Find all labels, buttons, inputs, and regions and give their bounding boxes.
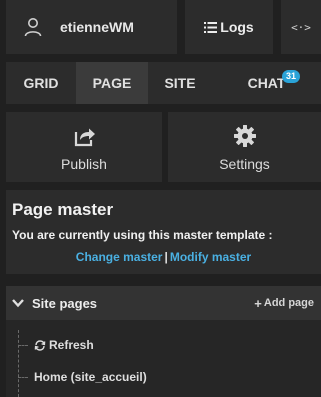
tab-grid[interactable]: GRID — [6, 62, 76, 104]
page-master-panel: Page master You are currently using this… — [6, 190, 321, 274]
tab-page[interactable]: PAGE — [76, 62, 148, 104]
tree-connector — [18, 376, 28, 378]
share-icon — [74, 128, 95, 147]
logs-button[interactable]: Logs — [185, 0, 273, 54]
user-icon — [24, 18, 42, 37]
refresh-icon — [34, 339, 46, 351]
add-page-label: Add page — [263, 297, 314, 309]
add-page-button[interactable]: + Add page — [254, 296, 314, 311]
publish-button[interactable]: Publish — [6, 112, 162, 182]
username-label: etienneWM — [60, 19, 134, 35]
page-master-links: Change master | Modify master — [6, 250, 321, 264]
page-master-description: You are currently using this master temp… — [12, 228, 273, 242]
chevron-down-icon — [12, 299, 24, 308]
change-master-link[interactable]: Change master — [76, 250, 163, 264]
site-pages-title: Site pages — [32, 295, 98, 311]
tree-item-label: Home (site_accueil) — [34, 370, 147, 384]
list-icon — [204, 21, 218, 33]
chat-count-badge: 31 — [282, 70, 301, 83]
tree-connector — [18, 344, 28, 346]
tree-item-home[interactable]: Home (site_accueil) — [18, 370, 147, 384]
main-tabs: GRID PAGE SITE CHAT 31 — [6, 62, 321, 104]
user-menu-button[interactable]: etienneWM — [6, 0, 177, 54]
settings-button[interactable]: Settings — [168, 112, 321, 182]
code-view-button[interactable]: <·> — [281, 0, 321, 54]
plus-icon: + — [254, 295, 262, 311]
site-pages-tree: Refresh Home (site_accueil) — [6, 320, 321, 397]
modify-master-link[interactable]: Modify master — [170, 250, 251, 264]
site-pages-header[interactable]: Site pages + Add page — [6, 286, 321, 320]
tab-grid-label: GRID — [23, 75, 59, 91]
gear-icon — [233, 125, 256, 147]
tab-chat[interactable]: CHAT 31 — [212, 62, 321, 104]
tab-site-label: SITE — [164, 75, 196, 91]
code-icon: <·> — [291, 20, 311, 34]
tree-item-refresh[interactable]: Refresh — [18, 338, 94, 352]
links-separator: | — [164, 250, 168, 264]
tree-item-label: Refresh — [49, 338, 94, 352]
page-master-title: Page master — [12, 200, 114, 219]
tab-page-label: PAGE — [92, 75, 132, 91]
settings-label: Settings — [219, 156, 270, 172]
logs-label: Logs — [220, 19, 254, 35]
tab-site[interactable]: SITE — [148, 62, 212, 104]
tab-chat-label: CHAT — [247, 75, 286, 91]
publish-label: Publish — [61, 156, 107, 172]
